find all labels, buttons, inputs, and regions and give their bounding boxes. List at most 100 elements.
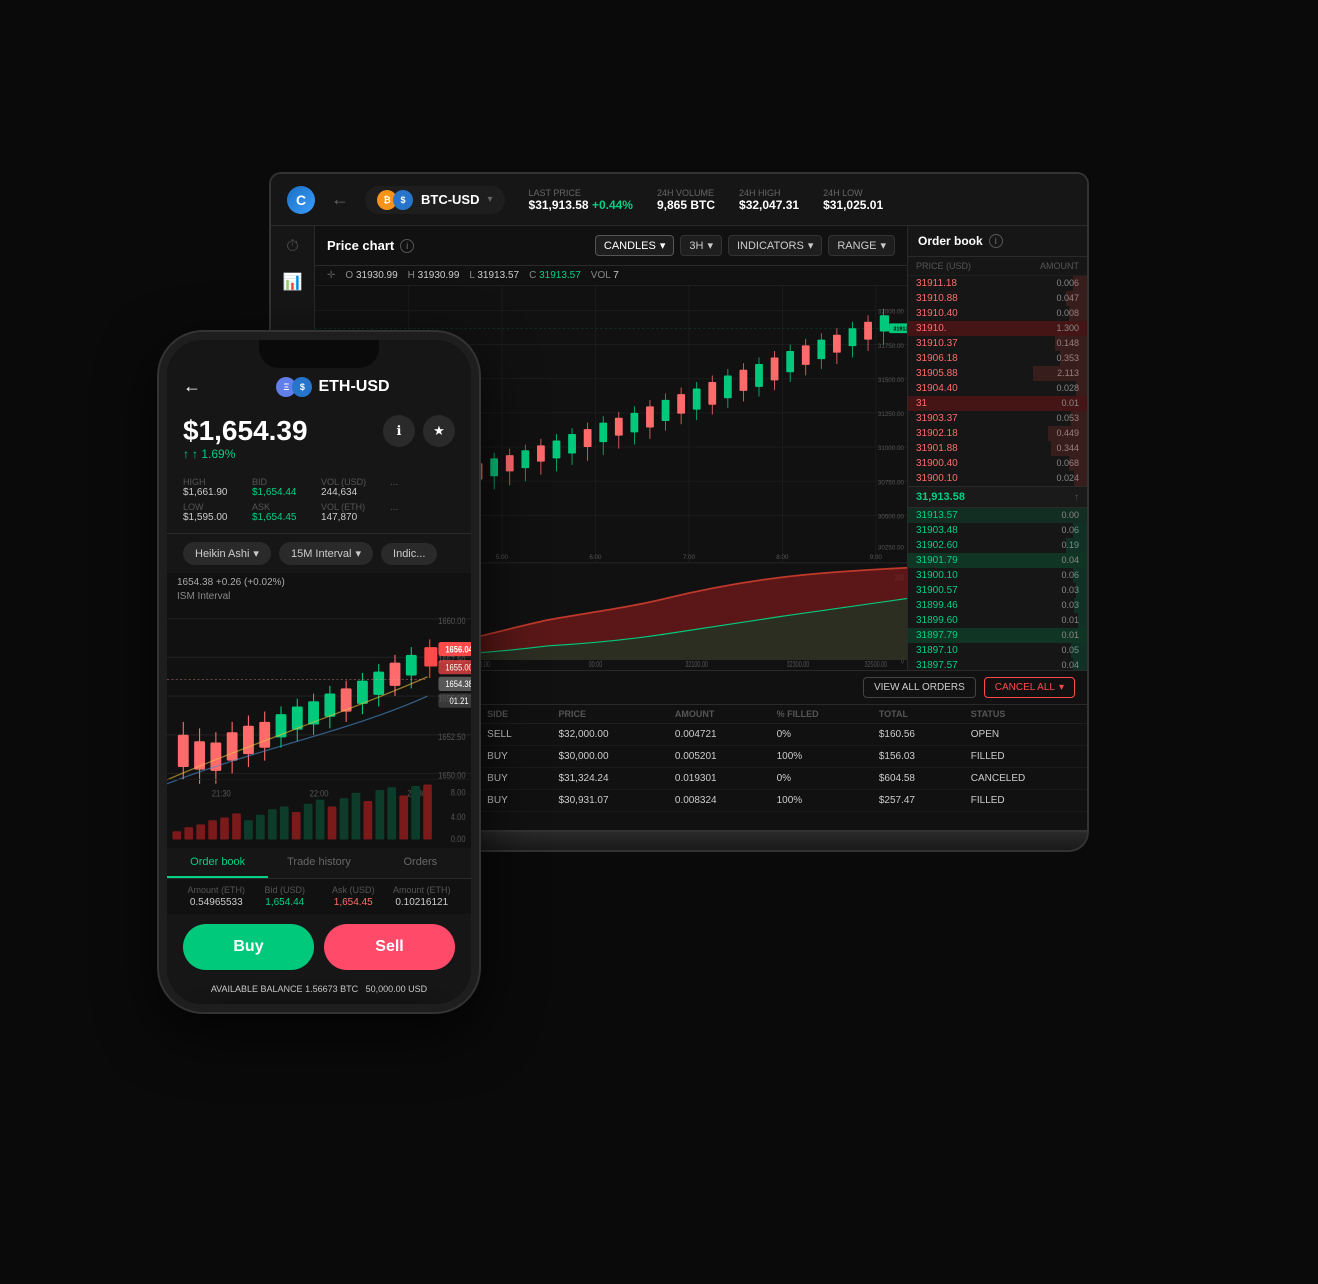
price-stats: LAST PRICE $31,913.58 +0.44% 24H VOLUME … — [529, 188, 884, 212]
pair-name: BTC-USD — [421, 192, 480, 207]
ob-bid-row: 31899.46 0.03 — [908, 598, 1087, 613]
indicators-button[interactable]: INDICATORS ▾ — [728, 235, 822, 256]
available-balance: AVAILABLE BALANCE 1.56673 BTC 50,000.00 … — [167, 980, 471, 1004]
indicators-button[interactable]: Indic... — [381, 543, 437, 565]
col-price: PRICE — [550, 705, 666, 724]
phone-buttons-row: Buy Sell — [167, 914, 471, 980]
phone-notch — [259, 340, 379, 368]
ob-bid-row: 31899.60 0.01 — [908, 613, 1087, 628]
phone-screen: ← Ξ $ ETH-USD $1,654.39 ↑ ↑ 1.69% — [167, 340, 471, 1004]
svg-text:01.21: 01.21 — [450, 695, 469, 706]
ob-header: PRICE (USD) AMOUNT — [908, 257, 1087, 276]
svg-text:1656.04: 1656.04 — [445, 644, 471, 655]
heikin-ashi-button[interactable]: Heikin Ashi ▾ — [183, 542, 271, 565]
svg-text:8.00: 8.00 — [451, 787, 466, 798]
phone-volusd-overflow: ... — [390, 477, 455, 498]
phone-price-section: $1,654.39 ↑ ↑ 1.69% ℹ ★ — [167, 407, 471, 473]
phone-info-button[interactable]: ℹ — [383, 415, 415, 447]
interval-button[interactable]: 3H ▾ — [680, 235, 722, 256]
svg-text:7:00: 7:00 — [683, 554, 696, 561]
chart-controls: CANDLES ▾ 3H ▾ INDICATORS ▾ — [595, 235, 895, 256]
ob-ask-row: 31901.88 0.344 — [908, 441, 1087, 456]
svg-text:30250.00: 30250.00 — [878, 544, 904, 551]
phone-pair-icons: Ξ $ — [276, 377, 312, 397]
svg-text:9:00: 9:00 — [870, 554, 883, 561]
ob-ask-row: 31905.88 2.113 — [908, 366, 1087, 381]
svg-text:32000.00: 32000.00 — [878, 309, 904, 316]
phone-chart-controls: Heikin Ashi ▾ 15M Interval ▾ Indic... — [167, 534, 471, 573]
phone-star-button[interactable]: ★ — [423, 415, 455, 447]
ob-ask-row: 31902.18 0.449 — [908, 426, 1087, 441]
ob-ask-row: 31910.37 0.148 — [908, 336, 1087, 351]
ob-ask-row: 31904.40 0.028 — [908, 381, 1087, 396]
phone-back-button[interactable]: ← — [183, 376, 201, 397]
ob-bid-row: 31903.48 0.06 — [908, 523, 1087, 538]
chevron-down-icon: ▾ — [253, 547, 259, 560]
svg-text:31000.00: 31000.00 — [878, 445, 904, 452]
svg-text:30500.00: 30500.00 — [878, 513, 904, 520]
last-price-label: LAST PRICE — [529, 188, 633, 198]
ob-asks: 31911.18 0.006 31910.88 0.047 — [908, 276, 1087, 670]
tab-orders[interactable]: Orders — [370, 848, 471, 878]
phone-chart-area: 1654.38 +0.26 (+0.02%) ISM Interval 1660… — [167, 573, 471, 848]
chart-icon[interactable]: 📊 — [283, 272, 303, 292]
order-book-panel: Order book i PRICE (USD) AMOUNT — [907, 226, 1087, 670]
back-icon[interactable]: ← — [331, 189, 349, 210]
volume-label: 24H VOLUME — [657, 188, 715, 198]
ob-bid-row: 31897.79 0.01 — [908, 628, 1087, 643]
col-side: SIDE — [479, 705, 550, 724]
view-all-orders-button[interactable]: VIEW ALL ORDERS — [863, 677, 976, 698]
phone-volusd-stat: VOL (USD) 244,634 — [321, 477, 386, 498]
col-status: STATUS — [963, 705, 1087, 724]
svg-text:31250.00: 31250.00 — [878, 411, 904, 418]
ob-ask-row: 31900.10 0.024 — [908, 471, 1087, 486]
range-button[interactable]: RANGE ▾ — [828, 235, 895, 256]
svg-text:0.00: 0.00 — [451, 834, 466, 845]
usd-icon: $ — [393, 190, 413, 210]
phone-tab-bar: Order book Trade history Orders — [167, 848, 471, 879]
app-logo: C — [287, 186, 315, 214]
col-filled: % FILLED — [769, 705, 871, 724]
chart-toolbar: Price chart i CANDLES ▾ 3H ▾ — [315, 226, 907, 266]
svg-text:1654.38: 1654.38 — [445, 678, 471, 689]
ob-ask-row: 31 0.01 — [908, 396, 1087, 411]
chart-info-icon[interactable]: i — [400, 239, 414, 253]
svg-text:8:00: 8:00 — [776, 554, 789, 561]
pair-chevron: ▾ — [488, 194, 493, 205]
phone-price: $1,654.39 — [183, 415, 308, 447]
ohlc-bar: ✛ O 31930.99 H 31930.99 L 31913.57 C 319… — [315, 266, 907, 286]
pair-icons: ₿ $ — [377, 190, 413, 210]
candles-button[interactable]: CANDLES ▾ — [595, 235, 675, 256]
phone-orderbook-content: Amount (ETH) Bid (USD) Ask (USD) Amount … — [167, 879, 471, 914]
buy-button[interactable]: Buy — [183, 924, 314, 970]
low-value: $31,025.01 — [823, 198, 883, 212]
clock-icon[interactable]: ⏱ — [286, 238, 298, 256]
ob-ask-row: 31910.40 0.008 — [908, 306, 1087, 321]
svg-text:6:00: 6:00 — [589, 554, 602, 561]
phone-high-stat: HIGH $1,661.90 — [183, 477, 248, 498]
svg-text:31913.58: 31913.58 — [893, 327, 907, 333]
chart-value-label: 1654.38 +0.26 (+0.02%) — [177, 577, 285, 588]
phone-pair-name: ETH-USD — [318, 378, 389, 396]
interval-button[interactable]: 15M Interval ▾ — [279, 542, 373, 565]
phone-stats: HIGH $1,661.90 BID $1,654.44 VOL (USD) 2… — [167, 473, 471, 534]
svg-text:32500.00: 32500.00 — [864, 662, 887, 670]
phone-low-stat: LOW $1,595.00 — [183, 502, 248, 523]
tab-trade-history[interactable]: Trade history — [268, 848, 369, 878]
pair-selector[interactable]: ₿ $ BTC-USD ▾ — [365, 186, 505, 214]
svg-text:1660.00: 1660.00 — [438, 615, 466, 626]
cancel-all-button[interactable]: CANCEL ALL ▾ — [984, 677, 1075, 698]
chart-title: Price chart i — [327, 238, 414, 253]
crosshair-icon: ✛ — [327, 270, 335, 281]
ob-ask-row: 31903.37 0.053 — [908, 411, 1087, 426]
phone-ask-stat: ASK $1,654.45 — [252, 502, 317, 523]
top-bar: C ← ₿ $ BTC-USD ▾ LAST PRICE — [271, 174, 1087, 226]
svg-text:1655.00: 1655.00 — [445, 662, 471, 673]
phone-bid-stat: BID $1,654.44 — [252, 477, 317, 498]
sell-button[interactable]: Sell — [324, 924, 455, 970]
col-total: TOTAL — [871, 705, 963, 724]
ob-title: Order book i — [908, 226, 1087, 257]
tab-order-book[interactable]: Order book — [167, 848, 268, 878]
ob-info-icon[interactable]: i — [989, 234, 1003, 248]
ob-mid-price: 31,913.58 ↑ — [908, 486, 1087, 508]
